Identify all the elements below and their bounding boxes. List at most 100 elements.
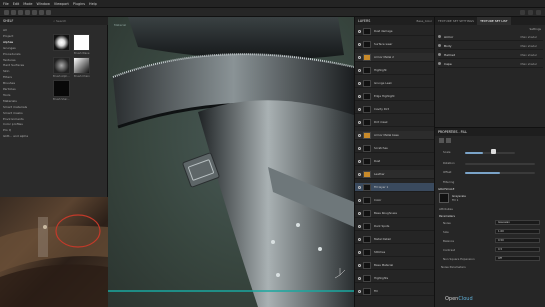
layer-row[interactable]: Highlight: [355, 66, 435, 75]
shader-select[interactable]: Main shader: [521, 62, 544, 66]
attributes-toggle[interactable]: Attributes: [439, 207, 453, 211]
brush-thumb-2[interactable]: [73, 34, 90, 51]
menu-item-3[interactable]: Window: [37, 2, 50, 6]
layer-row[interactable]: Edge Highlight: [355, 92, 435, 101]
visibility-eye-icon[interactable]: [358, 159, 361, 163]
visibility-eye-icon[interactable]: [438, 53, 441, 56]
param-value-field[interactable]: Off: [495, 256, 540, 261]
menu-item-5[interactable]: Plugins: [73, 2, 85, 6]
scale-slider[interactable]: [465, 151, 515, 154]
parameters-toggle[interactable]: Parameters: [439, 214, 455, 218]
visibility-eye-icon[interactable]: [438, 44, 441, 47]
paint-tool-icon[interactable]: [4, 10, 9, 15]
brush-thumb-3[interactable]: [53, 57, 70, 74]
visibility-eye-icon[interactable]: [358, 55, 361, 59]
visibility-eye-icon[interactable]: [358, 211, 361, 215]
shelf-category-4[interactable]: Procedurals: [3, 52, 21, 56]
clone-tool-icon[interactable]: [39, 10, 44, 15]
layer-row[interactable]: Metal Detail: [355, 235, 435, 244]
layer-row[interactable]: Base Roughness: [355, 209, 435, 218]
visibility-eye-icon[interactable]: [358, 94, 361, 98]
offset-slider[interactable]: [465, 171, 535, 174]
shelf-category-9[interactable]: Brushes: [3, 81, 15, 85]
param-value-field[interactable]: 0.5: [495, 247, 540, 252]
3d-viewport[interactable]: Material: [108, 17, 354, 307]
visibility-eye-icon[interactable]: [438, 35, 441, 38]
visibility-eye-icon[interactable]: [358, 224, 361, 228]
layer-row[interactable]: Surface wear: [355, 40, 435, 49]
texture-set-tab-1[interactable]: TEXTURE SET LIST: [477, 17, 511, 25]
layer-row[interactable]: Highlights: [355, 274, 435, 283]
layer-row[interactable]: Rust: [355, 157, 435, 166]
texture-set-row[interactable]: Armor Main shader: [438, 33, 543, 41]
visibility-eye-icon[interactable]: [358, 250, 361, 254]
shelf-category-2[interactable]: Alphas: [3, 40, 13, 44]
shelf-category-16[interactable]: Color profiles: [3, 122, 23, 126]
fill-mode-icon[interactable]: [439, 138, 444, 143]
param-value-field[interactable]: 1.00: [495, 229, 540, 234]
layer-row[interactable]: Armor Metal base: [355, 131, 435, 140]
layer-row[interactable]: Fill: [355, 287, 435, 296]
camera-icon[interactable]: [520, 10, 525, 15]
visibility-eye-icon[interactable]: [358, 276, 361, 280]
shelf-category-10[interactable]: Particles: [3, 87, 16, 91]
param-value-field[interactable]: 0.50: [495, 238, 540, 243]
layer-row[interactable]: Stitches: [355, 248, 435, 257]
grayscale-map-thumb[interactable]: [439, 193, 449, 203]
brush-thumb-1[interactable]: [53, 34, 70, 51]
shelf-category-3[interactable]: Grunges: [3, 46, 16, 50]
layer-row[interactable]: Rust damage: [355, 27, 435, 36]
shelf-category-11[interactable]: Tools: [3, 93, 10, 97]
layer-row[interactable]: Leather: [355, 170, 435, 179]
layer-row[interactable]: Armor Metal 2: [355, 53, 435, 62]
shelf-category-18[interactable]: Glitt... and alpha: [3, 134, 28, 138]
settings-icon[interactable]: [536, 10, 541, 15]
shelf-category-12[interactable]: Materials: [3, 99, 17, 103]
param-value-field[interactable]: Gaussian: [495, 220, 540, 225]
rotation-slider[interactable]: [465, 162, 535, 165]
menu-item-1[interactable]: Edit: [13, 2, 20, 6]
shelf-category-14[interactable]: Smart masks: [3, 111, 23, 115]
picker-tool-icon[interactable]: [46, 10, 51, 15]
lock-icon[interactable]: [491, 149, 496, 154]
shader-select[interactable]: Main shader: [521, 53, 544, 57]
texture-set-row[interactable]: Helmet Main shader: [438, 51, 543, 59]
fill-projection-icon[interactable]: [446, 138, 451, 143]
texture-set-row[interactable]: Cape Main shader: [438, 60, 543, 68]
texture-set-tab-0[interactable]: TEXTURE SET SETTINGS: [435, 17, 477, 25]
shelf-category-5[interactable]: Textures: [3, 58, 16, 62]
visibility-eye-icon[interactable]: [358, 198, 361, 202]
layer-row[interactable]: Scratches: [355, 144, 435, 153]
projection-tool-icon[interactable]: [18, 10, 23, 15]
brush-thumb-5[interactable]: [53, 80, 70, 97]
visibility-eye-icon[interactable]: [358, 29, 361, 33]
shelf-category-0[interactable]: All: [3, 28, 7, 32]
visibility-eye-icon[interactable]: [358, 185, 361, 189]
geometry-fill-icon[interactable]: [25, 10, 30, 15]
visibility-eye-icon[interactable]: [358, 107, 361, 111]
shelf-search[interactable]: ⌕ Search: [53, 19, 66, 23]
shader-select[interactable]: Main shader: [521, 35, 544, 39]
visibility-eye-icon[interactable]: [358, 289, 361, 293]
shelf-category-13[interactable]: Smart materials: [3, 105, 27, 109]
visibility-eye-icon[interactable]: [358, 237, 361, 241]
eraser-tool-icon[interactable]: [11, 10, 16, 15]
visibility-eye-icon[interactable]: [438, 62, 441, 65]
shelf-category-1[interactable]: Project: [3, 34, 13, 38]
visibility-eye-icon[interactable]: [358, 42, 361, 46]
smudge-tool-icon[interactable]: [32, 10, 37, 15]
menu-item-2[interactable]: Mode: [23, 2, 32, 6]
shelf-category-15[interactable]: Environments: [3, 117, 24, 121]
noise-parameters-toggle[interactable]: Noise Parameters: [441, 265, 466, 269]
visibility-eye-icon[interactable]: [358, 263, 361, 267]
layer-row[interactable]: Fill layer 1: [355, 183, 435, 192]
layer-row[interactable]: Dark Spots: [355, 222, 435, 231]
menu-item-0[interactable]: File: [3, 2, 9, 6]
visibility-eye-icon[interactable]: [358, 68, 361, 72]
shader-settings-button[interactable]: Settings: [530, 27, 541, 31]
layer-row[interactable]: Dirt mask: [355, 118, 435, 127]
render-icon[interactable]: [528, 10, 533, 15]
texture-set-row[interactable]: Body Main shader: [438, 42, 543, 50]
layer-row[interactable]: Cavity Dirt: [355, 105, 435, 114]
shelf-category-6[interactable]: Hard Surfaces: [3, 63, 24, 67]
